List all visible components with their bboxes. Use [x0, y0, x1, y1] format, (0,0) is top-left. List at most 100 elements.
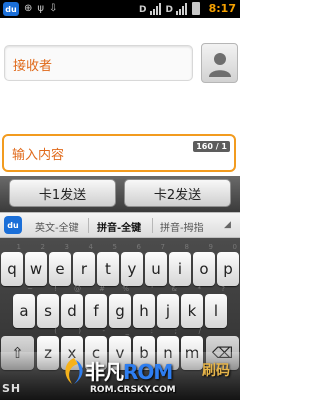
ime-divider [88, 218, 89, 233]
notification-icon: ⊕ [24, 3, 33, 14]
ime-divider [152, 218, 153, 233]
key-alt-label: & [171, 285, 177, 293]
key-alt-label: ( [54, 327, 57, 335]
key-alt-label: % [122, 285, 129, 293]
key-label: i [177, 260, 183, 278]
send-button-row: 卡1发送 卡2发送 [0, 176, 240, 212]
key[interactable]: f # [85, 285, 107, 328]
banner-brand: 非凡ROM [85, 356, 173, 385]
key[interactable]: q1 [1, 243, 23, 286]
ime-mode-pinyin-full[interactable]: 拼音-全键 [97, 219, 141, 234]
key-alt-label: 9 [208, 243, 213, 251]
network-indicators: D D [139, 2, 200, 15]
key-alt-label: - [102, 327, 105, 335]
key-alt-label: 4 [88, 243, 93, 251]
key-label: j [165, 302, 171, 320]
key[interactable]: s! [37, 285, 59, 328]
key-alt-label: ~ [27, 285, 33, 293]
data-indicator-2: D [165, 5, 173, 15]
key[interactable]: k * [181, 285, 203, 328]
recipient-placeholder: 接收者 [13, 59, 53, 74]
send-sim2-button[interactable]: 卡2发送 [124, 179, 231, 207]
key-label: f [93, 302, 99, 320]
key[interactable]: l? [205, 285, 227, 328]
message-placeholder: 输入内容 [12, 148, 65, 163]
key-label: h [139, 302, 149, 320]
ime-mode-bar: du 英文-全键 拼音-全键 拼音-拇指 ◢ [0, 212, 240, 238]
data-indicator: D [139, 5, 147, 15]
char-counter: 160 / 1 [193, 141, 230, 152]
key-label: t [105, 260, 111, 278]
signal-2-icon [176, 3, 187, 15]
key-label: q [7, 260, 17, 278]
usb-icon: ψ [37, 3, 44, 14]
ime-mode-english-full[interactable]: 英文-全键 [35, 219, 79, 234]
key-alt-label: * [197, 285, 202, 293]
key[interactable]: i8 [169, 243, 191, 286]
banner-right-text: 刷码 [202, 363, 230, 379]
key-alt-label: 7 [160, 243, 165, 251]
status-bar: du ⊕ ψ ⇩ D D 8:17 [0, 0, 240, 18]
key[interactable]: j & [157, 285, 179, 328]
key-label: w [29, 260, 43, 278]
contact-avatar-icon [209, 53, 231, 77]
key[interactable]: g% [109, 285, 131, 328]
key-alt-label: : [150, 327, 153, 335]
key[interactable]: e3 [49, 243, 71, 286]
key-alt-label: 3 [64, 243, 69, 251]
clock: 8:17 [208, 2, 236, 15]
signal-icon [149, 3, 161, 15]
key[interactable]: t5 [97, 243, 119, 286]
key-alt-label: _ [125, 327, 130, 335]
key-label: k [187, 302, 197, 320]
key-alt-label: 8 [184, 243, 189, 251]
key-alt-label: @ [74, 285, 81, 293]
key-alt-label: 6 [136, 243, 141, 251]
key-alt-label: # [99, 285, 105, 293]
key-alt-label: / [198, 327, 201, 335]
key-alt-label: 2 [40, 243, 45, 251]
key-label: y [127, 260, 137, 278]
key[interactable]: r4 [73, 243, 95, 286]
download-icon: ⇩ [49, 3, 58, 14]
ime-mode-pinyin-thumb[interactable]: 拼音-拇指 [160, 219, 204, 234]
key[interactable]: a ~ [13, 285, 35, 328]
key-alt-label: ) [78, 327, 81, 335]
key-label: s [44, 302, 52, 320]
key-label: u [151, 260, 161, 278]
banner-domain: ROM.CRSKY.COM [90, 385, 176, 395]
key-alt-label: 1 [16, 243, 21, 251]
send-sim1-button[interactable]: 卡1发送 [9, 179, 116, 207]
pick-contact-button[interactable] [201, 43, 238, 83]
key[interactable]: y6 [121, 243, 143, 286]
key-label: g [115, 302, 125, 320]
ime-collapse-icon[interactable]: ◢ [224, 220, 231, 230]
key-alt-label: 0 [232, 243, 237, 251]
key[interactable]: d @ [61, 285, 83, 328]
key[interactable]: h ' [133, 285, 155, 328]
key-alt-label: ' [151, 285, 153, 293]
key[interactable]: w2 [25, 243, 47, 286]
key-label: e [55, 260, 65, 278]
key-label: d [67, 302, 77, 320]
key[interactable]: u7 [145, 243, 167, 286]
key-label: o [199, 260, 209, 278]
key-alt-label: ? [221, 285, 225, 293]
banner-left-text: SH [2, 382, 22, 395]
battery-icon [192, 2, 200, 15]
key-label: l [213, 302, 219, 320]
key-alt-label: ; [174, 327, 177, 335]
message-input[interactable]: 输入内容 160 / 1 [2, 134, 236, 172]
banner-brand-part1: 非凡 [85, 360, 124, 384]
recipient-input[interactable]: 接收者 [4, 45, 193, 81]
du-sms-icon: du [3, 2, 19, 16]
ime-logo-icon[interactable]: du [4, 216, 22, 234]
banner-brand-part2: ROM [123, 360, 173, 384]
key-label: r [80, 260, 88, 278]
key-alt-label: ! [54, 285, 57, 293]
brand-swirl-logo [65, 358, 83, 384]
key[interactable]: o9 [193, 243, 215, 286]
key[interactable]: p0 [217, 243, 239, 286]
key-label: p [223, 260, 233, 278]
key-alt-label: 5 [112, 243, 117, 251]
